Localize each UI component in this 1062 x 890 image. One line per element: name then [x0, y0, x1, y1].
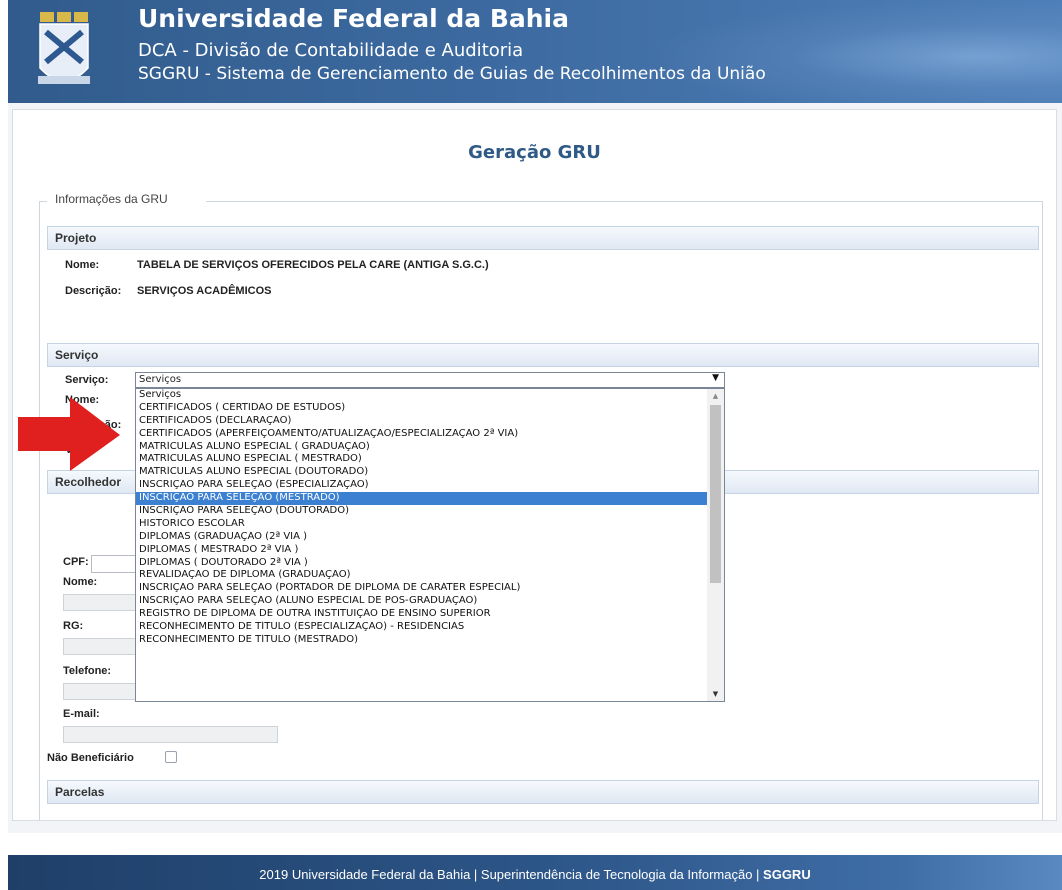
site-footer: 2019 Universidade Federal da Bahia | Sup… — [8, 855, 1062, 890]
header-title: Universidade Federal da Bahia — [138, 4, 569, 33]
content-frame: Geração GRU Informações da GRU Projeto N… — [8, 103, 1062, 833]
servico-select[interactable]: Serviços ▼ — [135, 372, 725, 388]
dropdown-option[interactable]: REVALIDAÇÃO DE DIPLOMA (GRADUAÇÃO) — [136, 569, 708, 582]
nao-beneficiario-checkbox[interactable] — [165, 751, 177, 763]
section-projeto: Projeto — [47, 226, 1039, 250]
email-input[interactable] — [63, 726, 278, 743]
dropdown-option[interactable]: RECONHECIMENTO DE TÍTULO (ESPECIALIZAÇÃO… — [136, 621, 708, 634]
ufba-logo-icon — [38, 12, 90, 84]
dropdown-option[interactable]: INSCRIÇÃO PARA SELEÇÃO (ESPECIALIZAÇÃO) — [136, 479, 708, 492]
dropdown-option[interactable]: DIPLOMAS ( DOUTORADO 2ª VIA ) — [136, 557, 708, 570]
content-panel: Geração GRU Informações da GRU Projeto N… — [12, 109, 1057, 821]
dropdown-option[interactable]: MATRÍCULAS ALUNO ESPECIAL (DOUTORADO) — [136, 466, 708, 479]
servico-select-value: Serviços — [139, 374, 182, 385]
dropdown-option[interactable]: INSCRIÇÃO PARA SELEÇÃO (ALUNO ESPECIAL D… — [136, 595, 708, 608]
projeto-descricao-value: SERVIÇOS ACADÊMICOS — [137, 285, 272, 297]
scroll-up-icon[interactable]: ▲ — [707, 389, 724, 403]
telefone-label: Telefone: — [63, 665, 112, 677]
fieldset-border — [206, 201, 1042, 202]
header-glow — [642, 0, 1062, 103]
dropdown-option[interactable]: MATRÍCULAS ALUNO ESPECIAL ( GRADUAÇÃO) — [136, 441, 708, 454]
fieldset-border — [39, 201, 40, 821]
dropdown-option[interactable]: HISTÓRICO ESCOLAR — [136, 518, 708, 531]
section-parcelas[interactable]: Parcelas — [47, 780, 1039, 804]
page-title: Geração GRU — [468, 142, 601, 163]
dropdown-option[interactable]: INSCRIÇÃO PARA SELEÇÃO (PORTADOR DE DIPL… — [136, 582, 708, 595]
dropdown-option[interactable]: Serviços — [136, 389, 708, 402]
site-header: Universidade Federal da Bahia DCA - Divi… — [8, 0, 1062, 103]
dropdown-option[interactable]: DIPLOMAS ( MESTRADO 2ª VIA ) — [136, 544, 708, 557]
header-subtitle-division: DCA - Divisão de Contabilidade e Auditor… — [138, 40, 524, 61]
dropdown-option[interactable]: CERTIFICADOS (DECLARAÇÃO) — [136, 415, 708, 428]
servico-dropdown-list[interactable]: Serviços CERTIFICADOS ( CERTIDÃO DE ESTUD… — [135, 388, 725, 702]
dropdown-option[interactable]: CERTIFICADOS (APERFEIÇOAMENTO/ATUALIZAÇÃ… — [136, 428, 708, 441]
servico-label: Serviço: — [65, 374, 109, 386]
chevron-down-icon[interactable]: ▼ — [712, 373, 719, 383]
red-arrow-icon — [18, 397, 120, 471]
dropdown-option[interactable]: REGISTRO DE DIPLOMA DE OUTRA INSTITUIÇÃO… — [136, 608, 708, 621]
dropdown-option[interactable]: RECONHECIMENTO DE TÍTULO (MESTRADO) — [136, 634, 708, 647]
footer-brand: SGGRU — [763, 867, 811, 882]
dropdown-option[interactable]: MATRÍCULAS ALUNO ESPECIAL ( MESTRADO) — [136, 453, 708, 466]
projeto-nome-label: Nome: — [65, 259, 100, 271]
dropdown-option[interactable]: DIPLOMAS (GRADUAÇÃO (2ª VIA ) — [136, 531, 708, 544]
section-servico: Serviço — [47, 343, 1039, 367]
scrollbar-thumb[interactable] — [710, 405, 721, 583]
projeto-descricao-label: Descrição: — [65, 285, 122, 297]
dropdown-option[interactable]: CERTIFICADOS ( CERTIDÃO DE ESTUDOS) — [136, 402, 708, 415]
scroll-down-icon[interactable]: ▼ — [707, 687, 724, 701]
nao-beneficiario-label: Não Beneficiário — [47, 752, 134, 764]
fieldset-legend: Informações da GRU — [51, 192, 172, 206]
dropdown-options: Serviços CERTIFICADOS ( CERTIDÃO DE ESTUD… — [136, 389, 708, 647]
header-subtitle-system: SGGRU - Sistema de Gerenciamento de Guia… — [138, 64, 766, 84]
projeto-nome-value: TABELA DE SERVIÇOS OFERECIDOS PELA CARE … — [137, 259, 489, 271]
rg-label: RG: — [63, 620, 84, 632]
fieldset-border — [1042, 201, 1043, 821]
dropdown-option[interactable]: INSCRIÇÃO PARA SELEÇÃO (MESTRADO) — [136, 492, 708, 506]
recolhedor-nome-label: Nome: — [63, 576, 98, 588]
email-label: E-mail: — [63, 708, 100, 720]
cpf-label: CPF: — [63, 556, 89, 568]
footer-text: 2019 Universidade Federal da Bahia | Sup… — [259, 867, 764, 882]
dropdown-scrollbar[interactable]: ▲ ▼ — [707, 389, 724, 701]
dropdown-option[interactable]: INSCRIÇÃO PARA SELEÇÃO (DOUTORADO) — [136, 505, 708, 518]
fieldset-border — [39, 201, 47, 202]
